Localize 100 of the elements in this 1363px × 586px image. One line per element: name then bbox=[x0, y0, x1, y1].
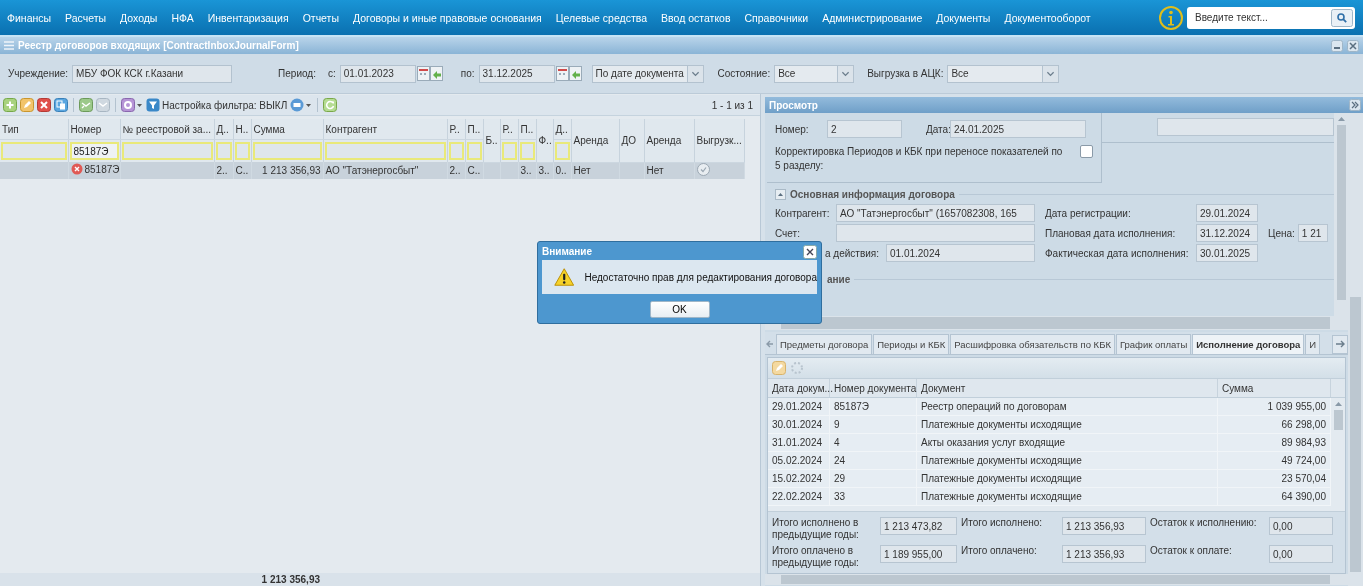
tab[interactable]: График оплаты bbox=[1115, 334, 1192, 354]
checkbox[interactable] bbox=[1080, 145, 1093, 158]
date-field[interactable]: 31.12.2024 bbox=[1196, 224, 1258, 242]
filter-field[interactable] bbox=[1, 142, 67, 160]
gear-icon[interactable] bbox=[121, 98, 143, 112]
menu-item[interactable]: Справочники bbox=[737, 11, 816, 24]
tab[interactable]: И bbox=[1305, 334, 1321, 354]
scrollbar[interactable] bbox=[765, 316, 1348, 330]
filter-field[interactable] bbox=[324, 142, 446, 160]
menu-item[interactable]: Расчеты bbox=[58, 11, 114, 24]
filter-field[interactable]: 85187Э bbox=[69, 142, 119, 160]
column-header[interactable]: Номер bbox=[68, 119, 120, 140]
column-header[interactable]: Аренда bbox=[644, 119, 694, 162]
date-field[interactable]: 01.01.2023 bbox=[339, 64, 416, 83]
state-dropdown[interactable]: Все bbox=[774, 64, 855, 83]
collapse-button[interactable] bbox=[1349, 99, 1361, 111]
scrollbar[interactable] bbox=[1348, 113, 1363, 586]
column-header[interactable]: Тип bbox=[0, 119, 68, 140]
table-cell: 85187Э bbox=[830, 398, 917, 415]
refresh-icon[interactable] bbox=[323, 98, 338, 112]
date-field[interactable]: 29.01.2024 bbox=[1196, 204, 1258, 222]
pencil-icon[interactable] bbox=[772, 361, 786, 375]
filter-field[interactable] bbox=[234, 142, 250, 160]
filter-field[interactable] bbox=[252, 142, 322, 160]
export-dropdown[interactable]: Все bbox=[947, 64, 1060, 83]
date-field[interactable]: 30.01.2025 bbox=[1196, 244, 1258, 262]
tab[interactable]: Периоды и КБК bbox=[873, 334, 950, 354]
total-field[interactable]: 0,00 bbox=[1269, 517, 1333, 535]
ok-button[interactable]: OK bbox=[649, 301, 710, 318]
scrollbar-thumb[interactable] bbox=[1333, 410, 1343, 430]
text-field[interactable]: 01.01.2024 bbox=[886, 244, 1035, 262]
envelope-check-icon[interactable] bbox=[96, 98, 110, 112]
tab[interactable]: Предметы договора bbox=[776, 334, 873, 354]
menu-item[interactable]: НФА bbox=[164, 11, 201, 24]
filter-field[interactable] bbox=[501, 142, 517, 160]
column-header[interactable]: Номер документа bbox=[830, 379, 917, 397]
column-header[interactable]: № реестровой за... bbox=[120, 119, 214, 140]
column-header[interactable]: Выгрузк... bbox=[694, 119, 744, 162]
scrollbar-thumb[interactable] bbox=[1350, 297, 1361, 572]
text-field[interactable] bbox=[1157, 118, 1334, 136]
plus-icon[interactable] bbox=[3, 98, 17, 112]
column-header[interactable]: Аренда bbox=[571, 119, 619, 162]
envelope-check-icon[interactable] bbox=[79, 98, 93, 112]
number-field[interactable]: 2 bbox=[827, 120, 902, 138]
scrollbar[interactable] bbox=[765, 574, 1348, 585]
info-icon[interactable] bbox=[1158, 4, 1184, 31]
filter-settings-button[interactable]: Настройка фильтра: ВЫКЛ bbox=[146, 98, 288, 112]
total-field[interactable]: 0,00 bbox=[1269, 545, 1333, 563]
date-field[interactable]: 24.01.2025 bbox=[950, 120, 1086, 138]
filter-field[interactable] bbox=[519, 142, 535, 160]
minimize-button[interactable] bbox=[1331, 39, 1343, 52]
menu-item[interactable]: Администрирование bbox=[815, 11, 930, 24]
scrollbar[interactable] bbox=[1334, 113, 1348, 316]
calendar-icon[interactable] bbox=[555, 66, 569, 81]
column-header[interactable]: Контрагент bbox=[323, 119, 447, 140]
column-header[interactable]: Д.. bbox=[214, 119, 233, 140]
menu-item[interactable]: Инвентаризация bbox=[200, 11, 296, 24]
column-header[interactable]: Сумма bbox=[251, 119, 323, 140]
date-field[interactable]: 31.12.2025 bbox=[478, 64, 555, 83]
column-header[interactable]: Дата докум... bbox=[768, 379, 830, 397]
price-field[interactable]: 1 21 bbox=[1297, 224, 1328, 242]
delete-icon[interactable] bbox=[37, 98, 51, 112]
total-field[interactable]: 1 213 473,82 bbox=[880, 517, 957, 535]
copy-icon[interactable] bbox=[54, 98, 68, 112]
menu-item[interactable]: Ввод остатков bbox=[654, 11, 738, 24]
filter-field[interactable] bbox=[215, 142, 232, 160]
menu-item[interactable]: Документы bbox=[929, 11, 998, 24]
menu-item[interactable]: Договоры и иные правовые основания bbox=[345, 11, 549, 24]
column-header[interactable]: Сумма bbox=[1218, 379, 1331, 397]
text-field[interactable]: АО "Татэнергосбыт" (1657082308, 165 bbox=[836, 204, 1035, 222]
menu-item[interactable]: Целевые средства bbox=[548, 11, 655, 24]
menu-item[interactable]: Отчеты bbox=[295, 11, 346, 24]
date-mode-dropdown[interactable]: По дате документа bbox=[591, 64, 704, 83]
search-button[interactable] bbox=[1331, 8, 1353, 27]
search-box[interactable]: Введите текст... bbox=[1187, 6, 1355, 29]
scrollbar-thumb[interactable] bbox=[1336, 125, 1346, 300]
calendar-icon[interactable] bbox=[416, 66, 430, 81]
tab[interactable]: Расшифровка обязательств по КБК bbox=[950, 334, 1115, 354]
menu-item[interactable]: Документооборот bbox=[997, 11, 1098, 24]
search-field[interactable]: Введите текст... bbox=[1187, 12, 1331, 23]
filter-field[interactable] bbox=[466, 142, 482, 160]
total-field[interactable]: 1 189 955,00 bbox=[880, 545, 957, 563]
tab[interactable]: Исполнение договора bbox=[1192, 334, 1305, 354]
total-field[interactable]: 1 213 356,93 bbox=[1062, 517, 1146, 535]
filter-field[interactable] bbox=[121, 142, 213, 160]
column-header[interactable]: Документ bbox=[917, 379, 1218, 397]
filter-field[interactable] bbox=[448, 142, 464, 160]
collapse-toggle-icon[interactable] bbox=[775, 189, 786, 200]
total-field[interactable]: 1 213 356,93 bbox=[1062, 545, 1146, 563]
institution-field[interactable]: МБУ ФОК КСК г.Казани bbox=[72, 64, 233, 83]
text-field[interactable] bbox=[836, 224, 1035, 242]
pencil-icon[interactable] bbox=[20, 98, 34, 112]
menu-item[interactable]: Доходы bbox=[113, 11, 165, 24]
column-header[interactable]: ДО bbox=[619, 119, 644, 162]
print-icon[interactable] bbox=[290, 98, 313, 112]
menu-item[interactable]: Финансы bbox=[0, 11, 59, 24]
close-button[interactable] bbox=[803, 244, 817, 259]
table-row[interactable]: 85187Э 2.. С.. 1 213 356,93 АО "Татэнергосбыт" 2.. С.. 3.. 3.. 0.. Нет Нет bbox=[0, 162, 744, 179]
close-button[interactable] bbox=[1347, 39, 1359, 52]
filter-field[interactable] bbox=[554, 142, 570, 160]
